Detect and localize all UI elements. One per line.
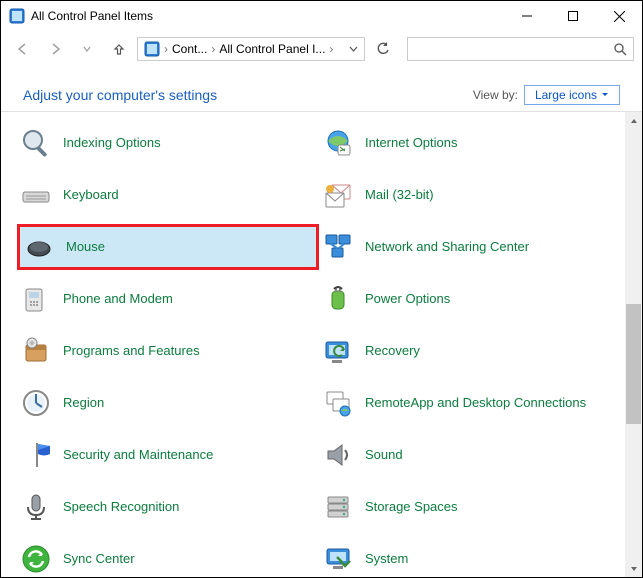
- sound-icon: [321, 438, 355, 472]
- item-programs-features[interactable]: Programs and Features: [17, 328, 319, 374]
- scroll-up-button[interactable]: [625, 112, 642, 129]
- item-label: Internet Options: [365, 136, 458, 151]
- item-label: Mail (32-bit): [365, 188, 434, 203]
- item-label: Indexing Options: [63, 136, 161, 151]
- titlebar[interactable]: All Control Panel Items: [1, 1, 642, 31]
- item-remoteapp-desktop[interactable]: RemoteApp and Desktop Connections: [319, 380, 621, 426]
- navbar: › Cont... › All Control Panel I... ›: [1, 31, 642, 67]
- view-by-value: Large icons: [535, 88, 597, 102]
- page-title: Adjust your computer's settings: [23, 87, 217, 103]
- item-label: Programs and Features: [63, 344, 200, 359]
- system-icon: [321, 542, 355, 576]
- item-mail[interactable]: Mail (32-bit): [319, 172, 621, 218]
- item-internet-options[interactable]: Internet Options: [319, 120, 621, 166]
- item-phone-modem[interactable]: Phone and Modem: [17, 276, 319, 322]
- item-network-sharing-center[interactable]: Network and Sharing Center: [319, 224, 621, 270]
- speech-recognition-icon: [19, 490, 53, 524]
- scroll-thumb[interactable]: [626, 304, 641, 424]
- search-input[interactable]: [407, 37, 635, 61]
- keyboard-icon: [19, 178, 53, 212]
- item-label: System: [365, 552, 408, 567]
- items-grid: Indexing Options Internet Options Keyboa…: [1, 112, 625, 577]
- header-row: Adjust your computer's settings View by:…: [1, 67, 642, 111]
- window-buttons: [504, 1, 642, 31]
- item-security-maintenance[interactable]: Security and Maintenance: [17, 432, 319, 478]
- breadcrumb-segment[interactable]: All Control Panel I...: [219, 42, 325, 56]
- item-sound[interactable]: Sound: [319, 432, 621, 478]
- up-button[interactable]: [105, 35, 133, 63]
- item-label: Region: [63, 396, 104, 411]
- item-storage-spaces[interactable]: Storage Spaces: [319, 484, 621, 530]
- mouse-icon: [22, 230, 56, 264]
- chevron-right-icon: ›: [211, 42, 215, 56]
- vertical-scrollbar[interactable]: [625, 112, 642, 577]
- indexing-options-icon: [19, 126, 53, 160]
- maximize-button[interactable]: [550, 1, 596, 31]
- minimize-button[interactable]: [504, 1, 550, 31]
- view-by-dropdown[interactable]: Large icons: [524, 85, 620, 105]
- scroll-down-button[interactable]: [625, 560, 642, 577]
- security-maintenance-icon: [19, 438, 53, 472]
- remoteapp-icon: [321, 386, 355, 420]
- view-by-label: View by:: [473, 88, 518, 102]
- item-region[interactable]: Region: [17, 380, 319, 426]
- item-label: RemoteApp and Desktop Connections: [365, 396, 586, 411]
- breadcrumb-segment[interactable]: Cont...: [172, 42, 207, 56]
- phone-modem-icon: [19, 282, 53, 316]
- window-title: All Control Panel Items: [31, 9, 504, 23]
- storage-spaces-icon: [321, 490, 355, 524]
- item-recovery[interactable]: Recovery: [319, 328, 621, 374]
- item-label: Sound: [365, 448, 403, 463]
- chevron-right-icon: ›: [164, 42, 168, 56]
- address-bar[interactable]: › Cont... › All Control Panel I... ›: [137, 37, 365, 61]
- item-sync-center[interactable]: Sync Center: [17, 536, 319, 577]
- close-button[interactable]: [596, 1, 642, 31]
- network-icon: [321, 230, 355, 264]
- item-label: Recovery: [365, 344, 420, 359]
- power-options-icon: [321, 282, 355, 316]
- item-label: Speech Recognition: [63, 500, 179, 515]
- forward-button[interactable]: [41, 35, 69, 63]
- back-button[interactable]: [9, 35, 37, 63]
- addressbar-icon: [144, 41, 160, 57]
- recent-dropdown[interactable]: [73, 35, 101, 63]
- search-icon: [614, 43, 627, 56]
- item-label: Storage Spaces: [365, 500, 458, 515]
- programs-features-icon: [19, 334, 53, 368]
- view-by: View by: Large icons: [473, 85, 620, 105]
- item-system[interactable]: System: [319, 536, 621, 577]
- recovery-icon: [321, 334, 355, 368]
- item-speech-recognition[interactable]: Speech Recognition: [17, 484, 319, 530]
- item-power-options[interactable]: Power Options: [319, 276, 621, 322]
- item-label: Network and Sharing Center: [365, 240, 529, 255]
- item-label: Keyboard: [63, 188, 119, 203]
- item-mouse[interactable]: Mouse: [17, 224, 319, 270]
- chevron-right-icon: ›: [329, 42, 333, 56]
- mail-icon: [321, 178, 355, 212]
- item-label: Security and Maintenance: [63, 448, 213, 463]
- item-label: Sync Center: [63, 552, 135, 567]
- scroll-track[interactable]: [625, 129, 642, 560]
- item-keyboard[interactable]: Keyboard: [17, 172, 319, 218]
- item-label: Mouse: [66, 240, 105, 255]
- item-label: Phone and Modem: [63, 292, 173, 307]
- item-label: Power Options: [365, 292, 450, 307]
- control-panel-icon: [9, 8, 25, 24]
- content-area: Indexing Options Internet Options Keyboa…: [1, 111, 642, 577]
- sync-center-icon: [19, 542, 53, 576]
- internet-options-icon: [321, 126, 355, 160]
- refresh-button[interactable]: [369, 37, 397, 61]
- address-dropdown-icon[interactable]: [349, 45, 358, 54]
- window: All Control Panel Items: [0, 0, 643, 578]
- chevron-down-icon: [601, 91, 609, 99]
- item-indexing-options[interactable]: Indexing Options: [17, 120, 319, 166]
- region-icon: [19, 386, 53, 420]
